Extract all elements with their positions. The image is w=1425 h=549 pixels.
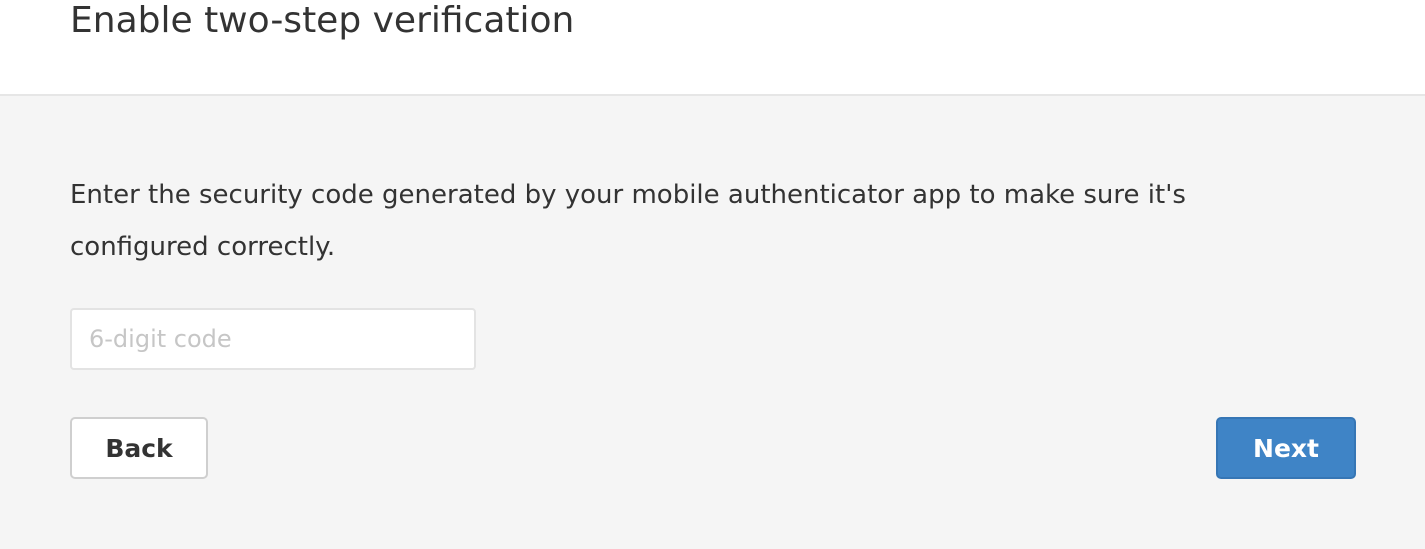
- page-title: Enable two-step verification: [70, 0, 575, 41]
- dialog-body: Enter the security code generated by you…: [0, 96, 1425, 549]
- dialog-header: Enable two-step verification: [0, 0, 1425, 96]
- next-button[interactable]: Next: [1216, 417, 1356, 479]
- two-step-verification-dialog: Enable two-step verification Enter the s…: [0, 0, 1425, 549]
- instructions-text: Enter the security code generated by you…: [70, 180, 1186, 262]
- back-button[interactable]: Back: [70, 417, 208, 479]
- security-code-input[interactable]: [70, 308, 476, 370]
